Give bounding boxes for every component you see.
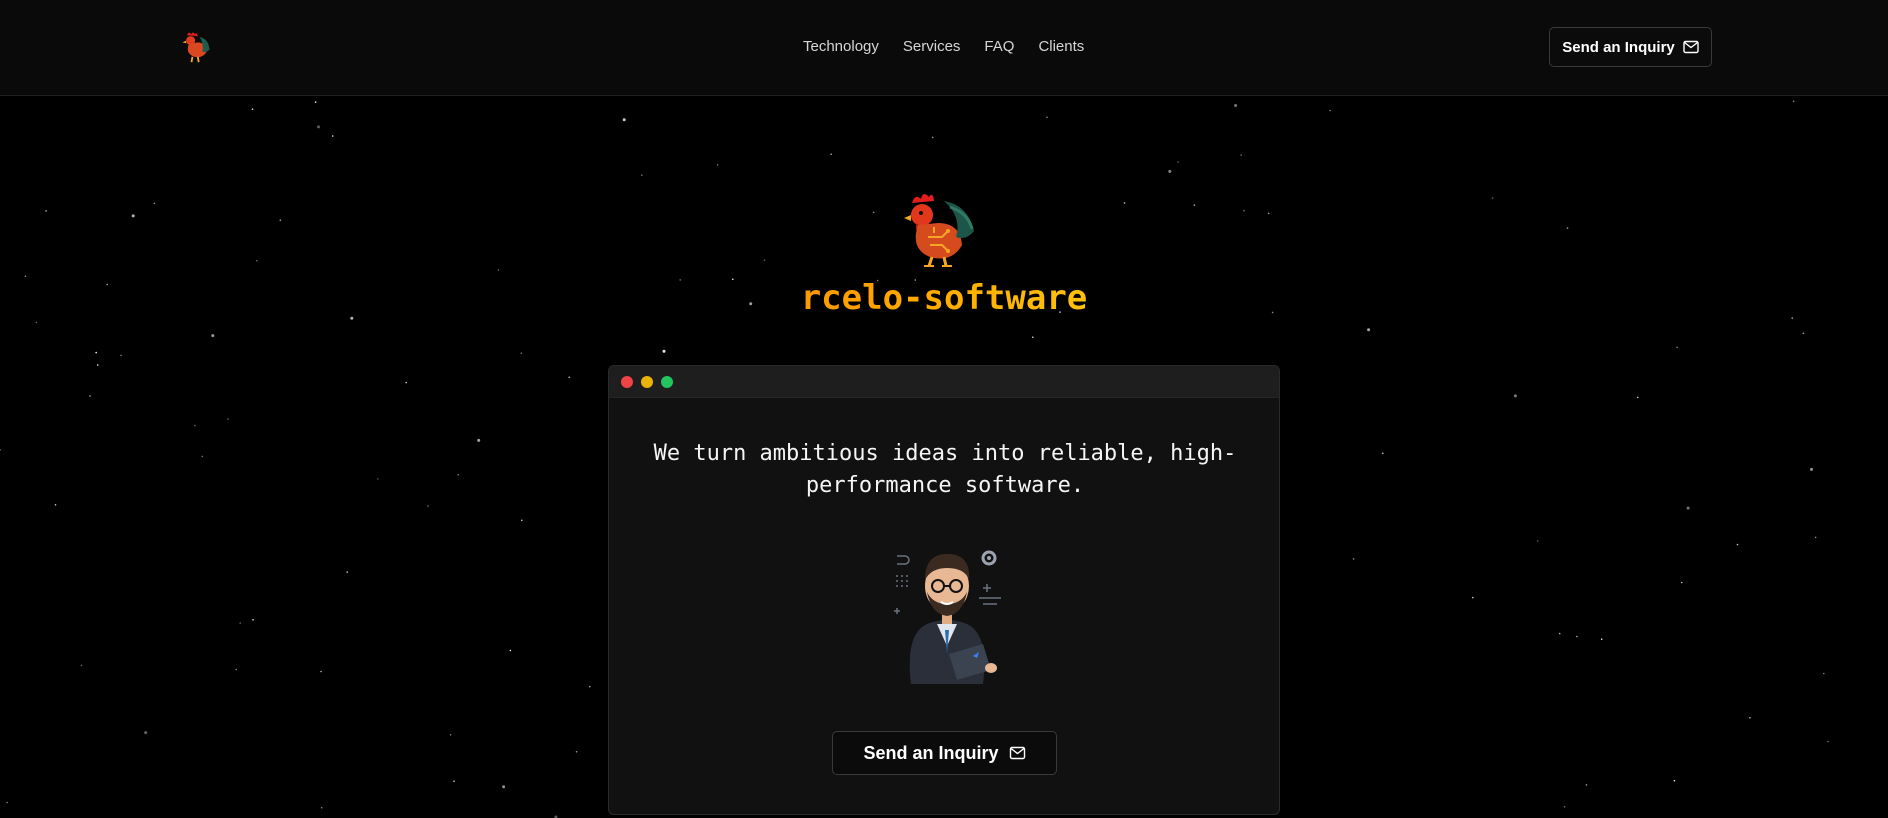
window-minimize-dot [641, 376, 653, 388]
mail-icon [1683, 40, 1699, 54]
rooster-logo-icon[interactable] [178, 28, 214, 64]
developer-with-laptop-illustration [894, 550, 1001, 684]
nav-link-faq[interactable]: FAQ [984, 36, 1014, 58]
mail-icon [1009, 746, 1025, 760]
rooster-circuit-icon [904, 193, 974, 267]
site-header: Technology Services FAQ Clients Send an … [0, 0, 1888, 96]
nav-link-services[interactable]: Services [903, 36, 961, 58]
header-send-inquiry-button[interactable]: Send an Inquiry [1549, 27, 1712, 67]
window-maximize-dot [661, 376, 673, 388]
window-close-dot [621, 376, 633, 388]
hero-cta-label: Send an Inquiry [863, 742, 999, 763]
hero-send-inquiry-button[interactable]: Send an Inquiry [832, 731, 1057, 775]
nav-link-technology[interactable]: Technology [803, 36, 879, 58]
hero-tagline: We turn ambitious ideas into reliable, h… [653, 441, 1237, 498]
window-title-bar [609, 366, 1279, 398]
main-nav: Technology Services FAQ Clients [803, 36, 1084, 58]
brand-name: rcelo-software [700, 278, 1188, 318]
terminal-card: We turn ambitious ideas into reliable, h… [608, 365, 1280, 815]
nav-link-clients[interactable]: Clients [1038, 36, 1084, 58]
header-cta-label: Send an Inquiry [1562, 38, 1675, 56]
